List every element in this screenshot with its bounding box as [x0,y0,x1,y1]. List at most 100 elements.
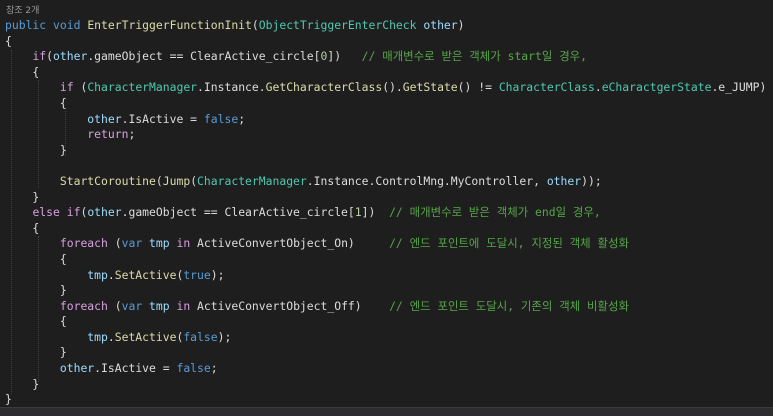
code-token: } [5,376,40,391]
code-token: { [5,251,67,266]
comment-token: // 매개변수로 받은 객체가 start일 경우, [361,49,588,64]
code-line[interactable]: foreach (var tmp in ActiveConvertObject_… [5,299,766,315]
variable-token: other [546,173,582,188]
code-token: )); [581,173,602,188]
comment-token: // 엔드 포인트 도달시, 기존의 객체 비활성화 [389,298,629,313]
code-token: ) [457,18,465,32]
code-line[interactable]: other.IsActive = false; [5,361,766,377]
keyword-token: false [183,329,218,344]
code-token: ]) [327,49,362,64]
code-token: ; [238,111,246,126]
keyword-token: false [203,111,239,126]
comment-token: // 매개변수로 받은 객체가 end일 경우, [389,205,601,220]
code-token: .Instance.ControlMng.MyController, [306,173,547,188]
code-line[interactable]: public void EnterTriggerFunctionInit(Obj… [5,18,766,34]
code-token: () != [457,80,499,95]
method-token: GetCharacterClass [265,80,383,95]
code-token: .Instance. [197,80,266,95]
code-line[interactable]: tmp.SetActive(true); [5,268,766,284]
number-token: 1 [354,205,362,220]
keyword-token: true [183,267,211,282]
code-line[interactable]: StartCoroutine(Jump(CharacterManager.Ins… [5,174,766,190]
code-token: { [5,64,40,79]
code-token: ( [251,18,259,32]
code-line[interactable]: return; [5,127,766,143]
code-line[interactable]: tmp.SetActive(false); [5,330,766,346]
method-token: GetState [402,80,458,95]
code-editor[interactable]: 참조 2개 public void EnterTriggerFunctionIn… [0,0,773,416]
control-keyword-token: else [32,205,60,220]
control-keyword-token: if [66,205,81,220]
code-token: ; [128,127,136,142]
reference-count-hint[interactable]: 참조 2개 [6,3,39,16]
code-line[interactable]: } [5,190,766,206]
code-token: { [5,220,40,235]
code-line[interactable]: { [5,34,766,50]
code-line[interactable]: } [5,377,766,393]
code-token: ; [210,361,218,376]
control-keyword-token: foreach [59,236,108,251]
code-token: .e_JUMP) [711,80,767,95]
code-content[interactable]: public void EnterTriggerFunctionInit(Obj… [5,18,766,408]
type-token: eCharactgerState [601,80,712,95]
code-line[interactable]: if(other.gameObject == ClearActive_circl… [5,49,766,65]
method-token: StartCoroutine [59,173,156,188]
code-line[interactable]: else if(other.gameObject == ClearActive_… [5,205,766,221]
control-keyword-token: if [32,49,47,64]
code-token: .IsActive = [94,361,177,376]
code-line[interactable] [5,158,766,174]
variable-token: other [87,205,122,220]
code-token: { [5,95,67,110]
code-token: { [5,314,67,329]
code-token: . [107,329,115,344]
code-line[interactable]: } [5,392,766,408]
code-line[interactable]: other.IsActive = false; [5,112,766,128]
code-line[interactable]: { [5,221,766,237]
code-line[interactable]: { [5,314,766,330]
code-token: ( [73,80,88,95]
control-keyword-token: in [176,298,191,313]
code-line[interactable]: if (CharacterManager.Instance.GetCharact… [5,80,766,96]
code-token: .IsActive = [121,111,204,126]
code-token: } [5,392,12,407]
keyword-token: false [176,361,211,376]
horizontal-scrollbar[interactable] [0,407,773,416]
code-token: } [5,345,67,360]
code-token: .gameObject == ClearActive_circle[ [121,205,355,220]
code-token: ActiveConvertObject_Off) [190,298,390,313]
code-line[interactable]: } [5,143,766,159]
code-token: . [594,80,602,95]
code-token: ); [210,267,225,282]
type-token: CharacterManager [87,80,198,95]
code-token: { [5,33,12,48]
code-token: (). [382,80,403,95]
code-line[interactable]: { [5,65,766,81]
code-token: .gameObject == ClearActive_circle[ [87,49,321,64]
keyword-token: public [5,18,47,32]
code-line[interactable]: { [5,96,766,112]
code-token: } [5,283,67,298]
code-line[interactable]: } [5,283,766,299]
keyword-token: var [121,236,143,251]
type-token: ObjectTriggerEnterCheck [258,18,417,32]
code-token: ); [217,329,232,344]
comment-token: // 엔드 포인트에 도달시, 지정된 객체 활성화 [389,236,629,251]
code-token: ( [107,298,122,313]
code-line[interactable]: } [5,345,766,361]
method-token: SetActive [114,267,177,282]
control-keyword-token: return [87,127,129,142]
code-token: ( [46,49,54,64]
code-line[interactable]: foreach (var tmp in ActiveConvertObject_… [5,236,766,252]
code-token: } [5,142,67,157]
code-line[interactable]: { [5,252,766,268]
variable-token: other [53,49,88,64]
